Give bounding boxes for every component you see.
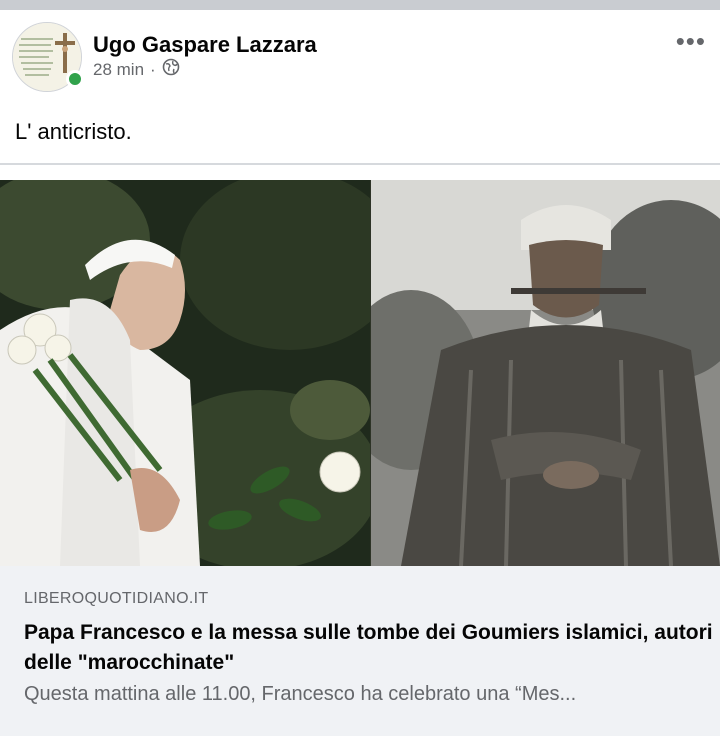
top-separator: [0, 0, 720, 10]
more-options-icon[interactable]: •••: [676, 28, 706, 54]
post-meta: 28 min ·: [93, 58, 180, 81]
meta-separator: ·: [150, 59, 156, 79]
author-name[interactable]: Ugo Gaspare Lazzara: [93, 32, 317, 58]
bottom-separator: [0, 736, 720, 745]
link-preview-card[interactable]: LIBEROQUOTIDIANO.IT Papa Francesco e la …: [0, 566, 720, 736]
post-time[interactable]: 28 min: [93, 60, 144, 80]
link-domain: LIBEROQUOTIDIANO.IT: [24, 590, 209, 607]
content-divider: [0, 163, 720, 165]
soldier-photo: [371, 180, 720, 566]
globe-icon: [162, 58, 180, 81]
pope-photo: [0, 180, 370, 566]
link-description: Questa mattina alle 11.00, Francesco ha …: [24, 683, 577, 705]
link-headline[interactable]: Papa Francesco e la messa sulle tombe de…: [24, 618, 714, 678]
post-header: Ugo Gaspare Lazzara 28 min · •••: [0, 10, 720, 100]
post-text: L' anticristo.: [15, 119, 132, 144]
online-status-indicator: [66, 70, 84, 88]
link-preview-image[interactable]: [0, 180, 720, 566]
